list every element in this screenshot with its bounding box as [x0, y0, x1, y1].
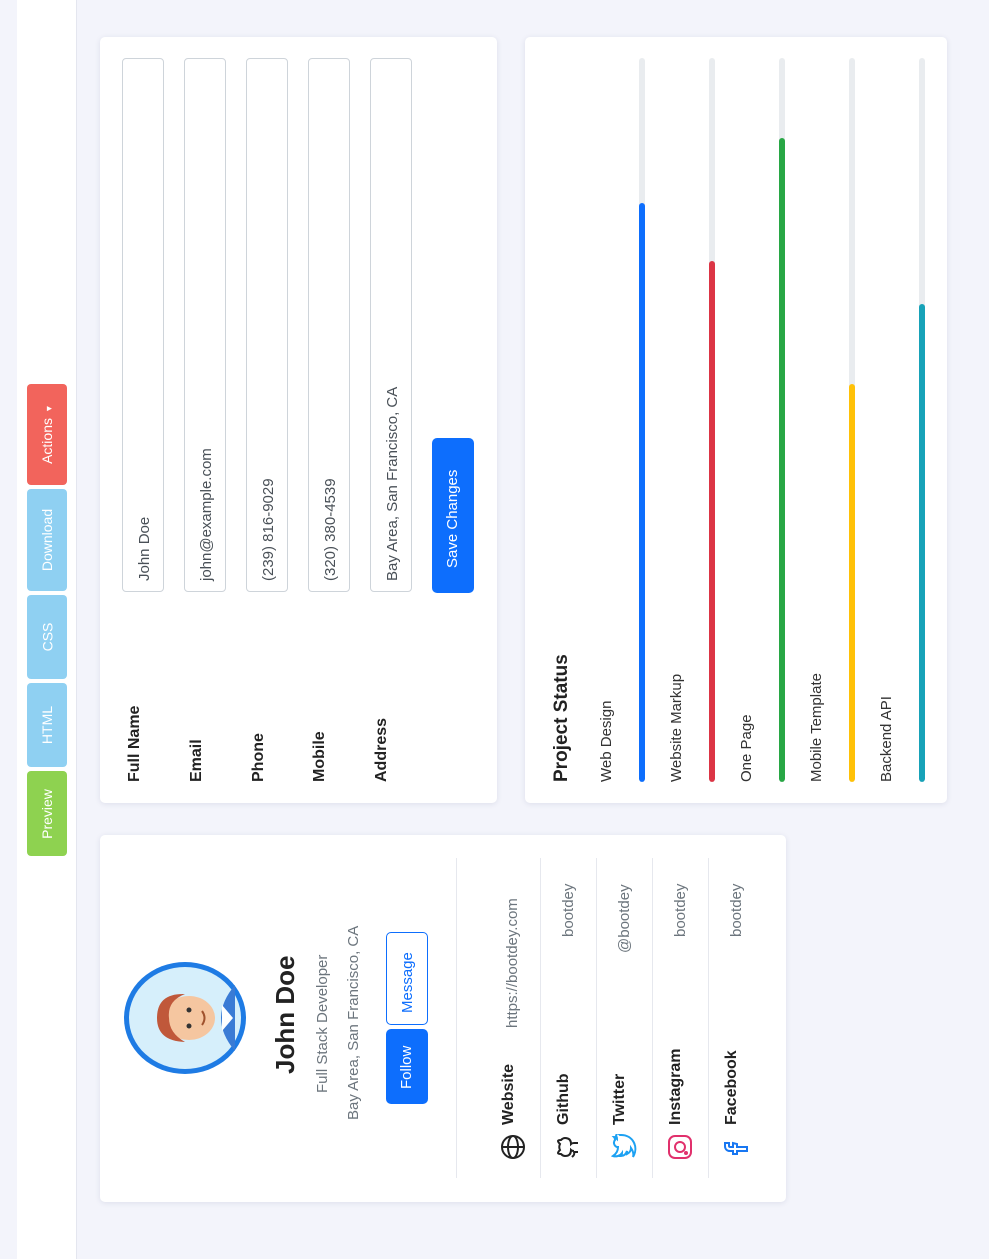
preview-label: Preview	[39, 788, 56, 839]
row-divider	[540, 858, 541, 1178]
message-label: Message	[399, 952, 416, 1013]
link-name: Website	[500, 1063, 517, 1125]
row-divider	[652, 858, 653, 1178]
link-name: Facebook	[723, 1050, 740, 1125]
follow-button[interactable]: Follow	[386, 1029, 428, 1104]
row-divider	[596, 858, 597, 1178]
phone-input[interactable]: (239) 816-9029	[246, 58, 288, 592]
profile-job-title: Full Stack Developer	[314, 954, 331, 1093]
link-name: Github	[555, 1073, 572, 1125]
mobile-template-progress-fill	[849, 383, 855, 782]
email-input[interactable]: john@example.com	[184, 58, 226, 592]
globe-icon	[500, 1134, 526, 1160]
website-markup-progress-fill	[709, 260, 715, 782]
html-label: HTML	[39, 705, 55, 745]
backend-api-label: Backend API	[878, 696, 895, 782]
mobile-template-progress	[849, 58, 855, 782]
mobile-input[interactable]: (320) 380-4539	[308, 58, 350, 592]
phone-label: Phone	[250, 733, 267, 782]
profile-location: Bay Area, San Francisco, CA	[345, 925, 362, 1120]
full-name-value: John Doe	[136, 516, 153, 581]
one-page-progress	[779, 58, 785, 782]
download-button[interactable]: Download	[27, 489, 67, 591]
web-design-progress	[639, 58, 645, 782]
details-form-card: Full Name Email Phone Mobile Address Joh…	[100, 37, 497, 803]
website-markup-label: Website Markup	[668, 673, 685, 782]
project-status-card: Project Status Web Design Website Markup…	[525, 37, 947, 803]
caret-down-icon: ▾	[44, 405, 55, 411]
follow-label: Follow	[398, 1045, 415, 1089]
full-name-label: Full Name	[126, 705, 143, 782]
save-changes-button[interactable]: Save Changes	[432, 438, 474, 593]
actions-label: Actions	[39, 417, 55, 464]
backend-api-progress-fill	[919, 304, 925, 782]
links-divider	[456, 858, 457, 1178]
web-design-progress-fill	[639, 202, 645, 782]
preview-button[interactable]: Preview	[27, 771, 67, 856]
address-value: Bay Area, San Francisco, CA	[384, 386, 401, 581]
link-name: Instagram	[667, 1048, 684, 1125]
address-label: Address	[373, 717, 390, 782]
link-value: bootdey	[560, 883, 577, 937]
actions-button[interactable]: Actions ▾	[27, 384, 67, 485]
email-label: Email	[188, 739, 205, 782]
link-value: bootdey	[728, 883, 745, 937]
css-button[interactable]: CSS	[27, 595, 67, 679]
twitter-icon	[610, 1131, 637, 1160]
link-value: @bootdey	[616, 884, 633, 953]
instagram-icon	[667, 1134, 693, 1160]
facebook-icon	[723, 1134, 749, 1160]
mobile-template-label: Mobile Template	[808, 673, 825, 782]
project-status-title: Project Status	[551, 654, 572, 782]
link-name: Twitter	[611, 1073, 628, 1125]
address-input[interactable]: Bay Area, San Francisco, CA	[370, 58, 412, 592]
full-name-input[interactable]: John Doe	[122, 58, 164, 592]
link-value: https://bootdey.com	[504, 898, 521, 1028]
website-markup-progress	[709, 58, 715, 782]
backend-api-progress	[919, 58, 925, 782]
css-label: CSS	[38, 622, 55, 652]
email-value: john@example.com	[198, 448, 215, 581]
row-divider	[708, 858, 709, 1178]
mobile-value: (320) 380-4539	[322, 478, 339, 581]
avatar	[122, 960, 248, 1076]
download-label: Download	[39, 508, 56, 572]
one-page-label: One Page	[738, 714, 755, 782]
profile-name: John Doe	[270, 955, 300, 1074]
one-page-progress-fill	[779, 137, 785, 782]
html-button[interactable]: HTML	[27, 683, 67, 767]
github-icon	[555, 1134, 581, 1160]
web-design-label: Web Design	[598, 700, 615, 782]
link-value: bootdey	[672, 883, 689, 937]
phone-value: (239) 816-9029	[260, 478, 277, 581]
mobile-label: Mobile	[311, 731, 328, 782]
save-changes-label: Save Changes	[444, 469, 461, 568]
message-button[interactable]: Message	[386, 932, 428, 1025]
